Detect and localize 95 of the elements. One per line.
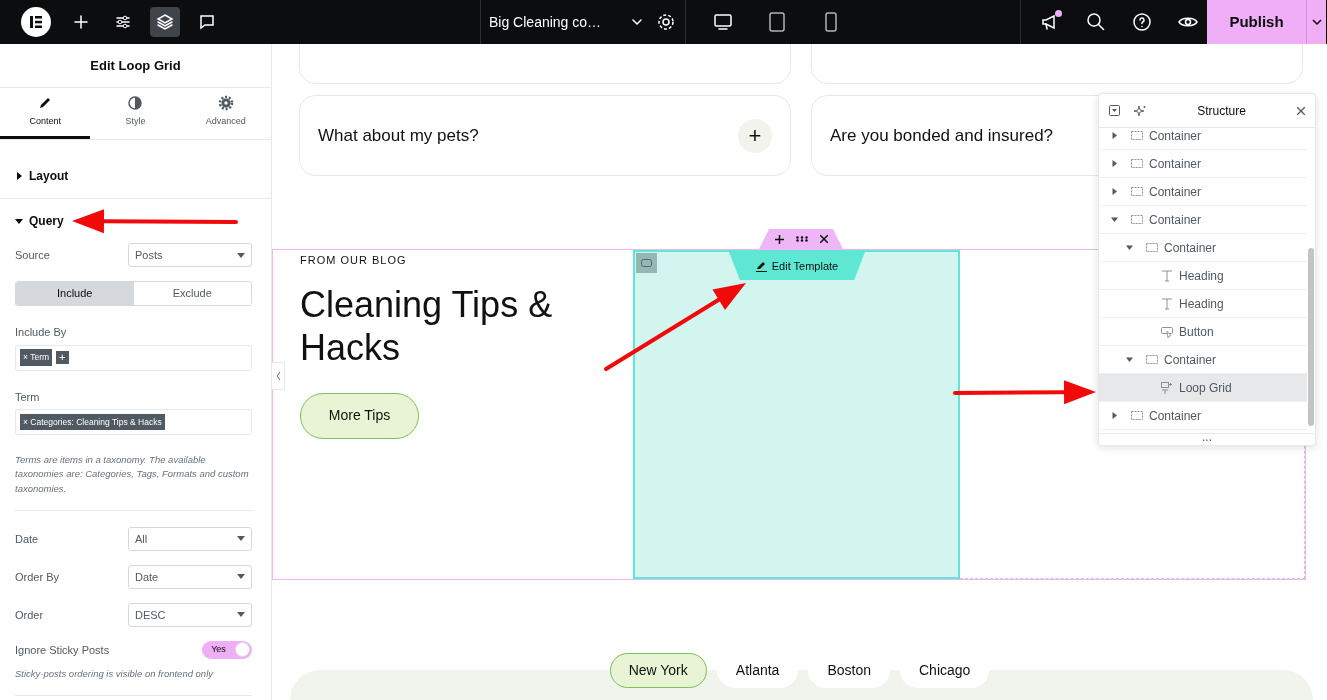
- field-label: Source: [15, 247, 50, 263]
- loop-item-template[interactable]: Edit Template: [633, 250, 960, 579]
- tree-item[interactable]: Heading: [1099, 290, 1307, 318]
- caret-icon[interactable]: [1111, 188, 1118, 195]
- tree-item[interactable]: Button: [1099, 318, 1307, 346]
- add-tag-button[interactable]: +: [56, 351, 69, 364]
- caret-icon[interactable]: [1126, 356, 1133, 363]
- tag-field[interactable]: × Term +: [15, 344, 252, 371]
- tag-field[interactable]: × Categories: Cleaning Tips & Hacks: [15, 409, 252, 435]
- dropdown-caret-icon: [237, 612, 245, 618]
- panel-title: Edit Loop Grid: [90, 56, 181, 75]
- field-label: Ignore Sticky Posts: [15, 642, 110, 658]
- container-icon: [1131, 409, 1143, 422]
- section-header[interactable]: Layout: [0, 154, 271, 198]
- publish-options-button[interactable]: [1306, 0, 1326, 44]
- tag-chip[interactable]: × Categories: Cleaning Tips & Hacks: [20, 413, 165, 431]
- scrollbar-thumb[interactable]: [1308, 248, 1314, 426]
- caret-icon[interactable]: [1111, 216, 1118, 223]
- tag-chip[interactable]: × Term: [20, 349, 53, 366]
- caret-icon[interactable]: [1111, 160, 1118, 167]
- document-dropdown[interactable]: Big Cleaning co…: [481, 11, 652, 33]
- gear-icon: [656, 12, 677, 32]
- tablet-icon: [766, 11, 788, 33]
- close-icon[interactable]: [819, 235, 828, 243]
- field-label: Date: [15, 531, 39, 547]
- drag-icon[interactable]: [795, 236, 808, 242]
- logo-icon: [21, 7, 51, 37]
- caret-icon[interactable]: [1111, 412, 1118, 419]
- blog-heading: Cleaning Tips & Hacks: [300, 282, 554, 369]
- tree-item[interactable]: Container: [1099, 206, 1307, 234]
- tree-item[interactable]: Container: [1099, 234, 1307, 262]
- panel-title: Structure: [1196, 102, 1247, 120]
- gear-icon: [217, 95, 234, 112]
- select-field[interactable]: DESC: [128, 602, 252, 627]
- faq-question: What about my pets?: [318, 124, 479, 147]
- container-icon: [636, 253, 657, 273]
- select-field[interactable]: Posts: [128, 243, 252, 267]
- dropdown-caret-icon: [237, 574, 245, 580]
- tree-item[interactable]: Loop Grid: [1099, 374, 1307, 402]
- logo-button[interactable]: [18, 7, 54, 37]
- caret-icon: [15, 172, 23, 180]
- segment-button[interactable]: Include: [16, 282, 134, 305]
- collapse-icon[interactable]: [1109, 105, 1120, 116]
- tree-item[interactable]: Container: [1099, 150, 1307, 178]
- text-icon: [1161, 297, 1173, 310]
- desktop-icon: [712, 11, 734, 33]
- faq-question: Are you bonded and insured?: [830, 124, 1054, 147]
- more-tips-button[interactable]: More Tips: [300, 392, 419, 439]
- text-icon: [1161, 269, 1173, 282]
- container-icon: [1131, 157, 1143, 170]
- close-icon[interactable]: [1297, 106, 1305, 115]
- field-label: Order By: [15, 569, 59, 585]
- select-field[interactable]: All: [128, 526, 252, 551]
- help-icon: [1131, 11, 1153, 33]
- toggle-switch[interactable]: Yes: [202, 640, 252, 659]
- city-tab[interactable]: New York: [609, 653, 707, 688]
- chevron-icon: [1310, 16, 1323, 28]
- help-text: Sticky-posts ordering is visible on frontend only: [15, 666, 215, 681]
- eyebrow-text: FROM OUR BLOG: [300, 253, 408, 268]
- section-header[interactable]: Query: [0, 199, 271, 243]
- layers-button[interactable]: [150, 7, 180, 37]
- faq-card[interactable]: What about my pets? +: [299, 95, 791, 176]
- tree-item[interactable]: Container: [1099, 346, 1307, 374]
- field-label: Include By: [15, 326, 67, 338]
- container-icon: [1131, 129, 1143, 142]
- search-icon: [1085, 11, 1107, 33]
- dropdown-caret-icon: [237, 252, 245, 258]
- contrast-icon: [127, 95, 144, 112]
- edit-template-button[interactable]: Edit Template: [729, 252, 865, 280]
- expand-button[interactable]: +: [738, 118, 772, 153]
- container-icon: [1146, 353, 1158, 366]
- tree-item[interactable]: Container: [1099, 178, 1307, 206]
- help-text: Terms are items in a taxonomy. The available taxonomies are: Categories, Tags, Formats and custom taxonomies.: [15, 453, 250, 496]
- button-icon: [1161, 325, 1173, 338]
- select-field[interactable]: Date: [128, 564, 252, 589]
- container-icon: [1131, 185, 1143, 198]
- publish-button[interactable]: Publish: [1207, 0, 1306, 44]
- container-icon: [1131, 213, 1143, 226]
- caret-icon: [15, 217, 23, 225]
- grid-icon: [1161, 381, 1173, 394]
- add-icon[interactable]: [774, 234, 784, 244]
- dropdown-caret-icon: [237, 536, 245, 542]
- field-label: Order: [15, 607, 44, 623]
- sparkle-icon[interactable]: [1134, 104, 1146, 117]
- chevron-icon: [275, 372, 281, 380]
- pencil-icon: [755, 260, 767, 272]
- caret-icon[interactable]: [1111, 132, 1118, 139]
- field-label: Term: [15, 390, 40, 403]
- container-icon: [1146, 241, 1158, 254]
- more-indicator: ...: [1202, 430, 1212, 444]
- tree-item[interactable]: Heading: [1099, 262, 1307, 290]
- caret-icon[interactable]: [1126, 244, 1133, 251]
- tree-item[interactable]: Container: [1099, 128, 1307, 150]
- tree-item[interactable]: Container: [1099, 402, 1307, 430]
- chevron-icon: [631, 16, 644, 28]
